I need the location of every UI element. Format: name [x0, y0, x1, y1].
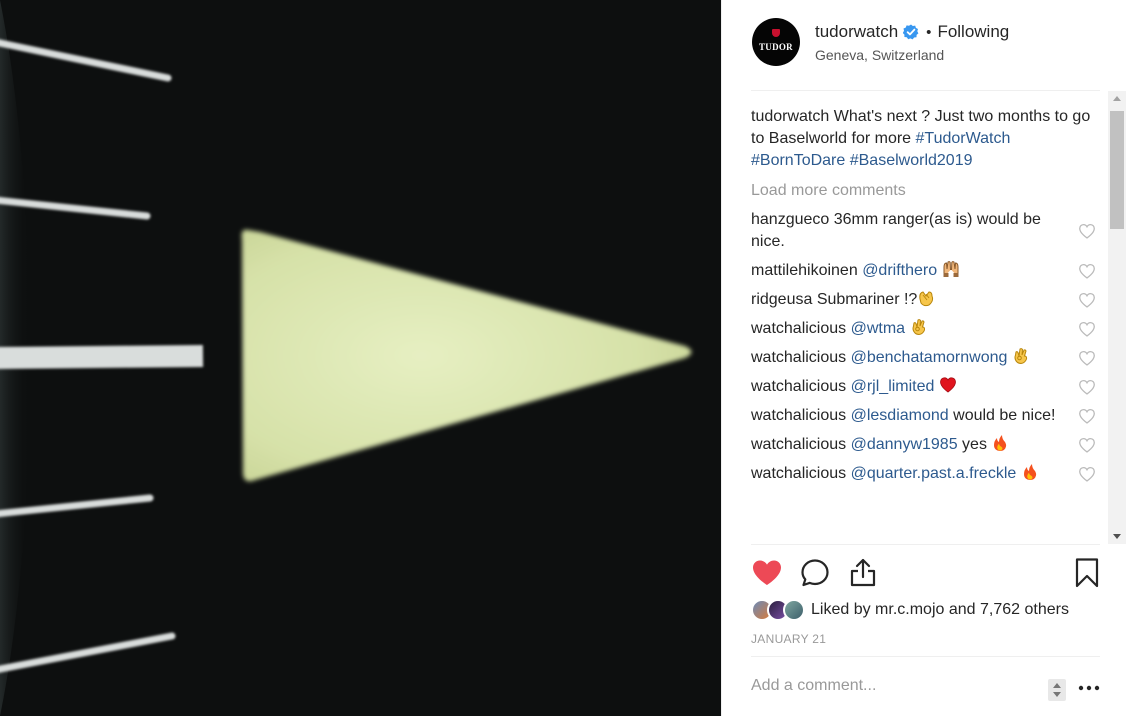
- resize-arrows-icon: [1053, 683, 1061, 697]
- heart-filled-icon[interactable]: [751, 557, 783, 589]
- scroll-down-arrow-icon[interactable]: [1113, 534, 1121, 539]
- shield-logo-icon: [772, 29, 780, 37]
- likes-text: Liked by mr.c.mojo and 7,762 others: [811, 601, 1069, 619]
- comment-item: mattilehikoinen @drifthero: [751, 260, 1100, 282]
- fire-emoji-icon: [1023, 464, 1036, 480]
- clapping-hands-emoji-icon: [919, 291, 934, 307]
- heart-outline-icon[interactable]: [1078, 408, 1096, 424]
- heart-outline-icon[interactable]: [1078, 350, 1096, 366]
- comment-item: watchalicious @wtma: [751, 318, 1100, 340]
- post-location[interactable]: Geneva, Switzerland: [815, 47, 944, 63]
- post-caption: tudorwatch What's next ? Just two months…: [751, 106, 1100, 172]
- comment-mention[interactable]: @drifthero: [862, 262, 937, 279]
- comment-username[interactable]: ridgeusa: [751, 291, 812, 308]
- fire-emoji-icon: [994, 435, 1007, 451]
- comment-item: watchalicious @rjl_limited: [751, 376, 1100, 398]
- comment-item: ridgeusa Submariner !?: [751, 289, 1100, 311]
- comment-username[interactable]: watchalicious: [751, 378, 846, 395]
- likes-summary: Liked by mr.c.mojo and 7,762 others: [751, 595, 1069, 625]
- liker-avatar[interactable]: [783, 599, 805, 621]
- comment-username[interactable]: watchalicious: [751, 407, 846, 424]
- caption-username[interactable]: tudorwatch: [751, 108, 829, 125]
- ok-hand-emoji-icon: [1014, 348, 1027, 365]
- load-more-comments-button[interactable]: Load more comments: [751, 180, 1100, 202]
- username-row: tudorwatch • Following: [815, 22, 1009, 42]
- following-button[interactable]: Following: [937, 22, 1009, 42]
- likes-count-link[interactable]: 7,762 others: [980, 601, 1069, 618]
- share-upload-icon[interactable]: [847, 557, 879, 589]
- post-username[interactable]: tudorwatch: [815, 22, 898, 42]
- heart-outline-icon[interactable]: [1078, 437, 1096, 453]
- comment-mention[interactable]: @lesdiamond: [851, 407, 949, 424]
- comment-text: Submariner !?: [816, 291, 918, 308]
- heart-outline-icon[interactable]: [1078, 223, 1096, 239]
- comment-username[interactable]: watchalicious: [751, 465, 846, 482]
- avatar-logo-text: TUDOR: [758, 42, 793, 52]
- comments-scrollbar[interactable]: [1108, 91, 1126, 544]
- watch-dial-image: [0, 0, 721, 716]
- speech-bubble-icon[interactable]: [799, 557, 831, 589]
- comment-username[interactable]: watchalicious: [751, 436, 846, 453]
- comment-username[interactable]: mattilehikoinen: [751, 262, 858, 279]
- hashtag-link[interactable]: #Baselworld2019: [850, 152, 973, 169]
- heart-outline-icon[interactable]: [1078, 263, 1096, 279]
- comment-item: watchalicious @benchatamornwong: [751, 347, 1100, 369]
- ok-hand-emoji-icon: [912, 319, 925, 336]
- post-photo[interactable]: [0, 0, 721, 716]
- post-sidebar: TUDOR tudorwatch • Following Geneva, Swi…: [721, 0, 1127, 716]
- bookmark-icon[interactable]: [1071, 557, 1103, 589]
- likes-conjunction: and: [948, 601, 976, 618]
- separator-dot: •: [926, 23, 932, 41]
- comment-mention[interactable]: @quarter.past.a.freckle: [851, 465, 1017, 482]
- comment-item: watchalicious @lesdiamond would be nice!: [751, 405, 1100, 427]
- hashtag-link[interactable]: #BornToDare: [751, 152, 845, 169]
- comment-text: would be nice!: [953, 407, 1056, 424]
- comment-mention[interactable]: @dannyw1985: [851, 436, 958, 453]
- hashtag-link[interactable]: #TudorWatch: [916, 130, 1011, 147]
- comment-mention[interactable]: @benchatamornwong: [851, 349, 1008, 366]
- comments-list[interactable]: tudorwatch What's next ? Just two months…: [751, 106, 1100, 543]
- heart-outline-icon[interactable]: [1078, 321, 1096, 337]
- comment-username[interactable]: watchalicious: [751, 320, 846, 337]
- post-date[interactable]: JANUARY 21: [751, 632, 826, 646]
- profile-avatar[interactable]: TUDOR: [752, 18, 800, 66]
- heart-outline-icon[interactable]: [1078, 466, 1096, 482]
- comment-text: yes: [962, 436, 987, 453]
- comment-input[interactable]: [751, 677, 1041, 695]
- comment-item: watchalicious @quarter.past.a.freckle: [751, 463, 1100, 485]
- scrollbar-thumb[interactable]: [1110, 111, 1124, 229]
- scroll-up-arrow-icon[interactable]: [1113, 96, 1121, 101]
- comment-username[interactable]: watchalicious: [751, 349, 846, 366]
- raising-hands-emoji-icon: [943, 261, 959, 277]
- comment-mention[interactable]: @rjl_limited: [851, 378, 935, 395]
- comment-username[interactable]: hanzgueco: [751, 211, 829, 228]
- liker-username-link[interactable]: mr.c.mojo: [875, 601, 944, 618]
- textarea-resize-icon[interactable]: [1048, 679, 1066, 701]
- comment-item: hanzgueco 36mm ranger(as is) would be ni…: [751, 209, 1100, 253]
- post-header: TUDOR tudorwatch • Following Geneva, Swi…: [751, 0, 1100, 91]
- red-heart-emoji-icon: [939, 377, 956, 393]
- comment-item: watchalicious @dannyw1985 yes: [751, 434, 1100, 456]
- add-comment-section: [751, 656, 1100, 716]
- likes-prefix: Liked by: [811, 601, 871, 618]
- comment-mention[interactable]: @wtma: [851, 320, 905, 337]
- heart-outline-icon[interactable]: [1078, 379, 1096, 395]
- verified-badge-icon: [903, 24, 919, 40]
- heart-outline-icon[interactable]: [1078, 292, 1096, 308]
- more-dots-icon[interactable]: [1078, 684, 1100, 692]
